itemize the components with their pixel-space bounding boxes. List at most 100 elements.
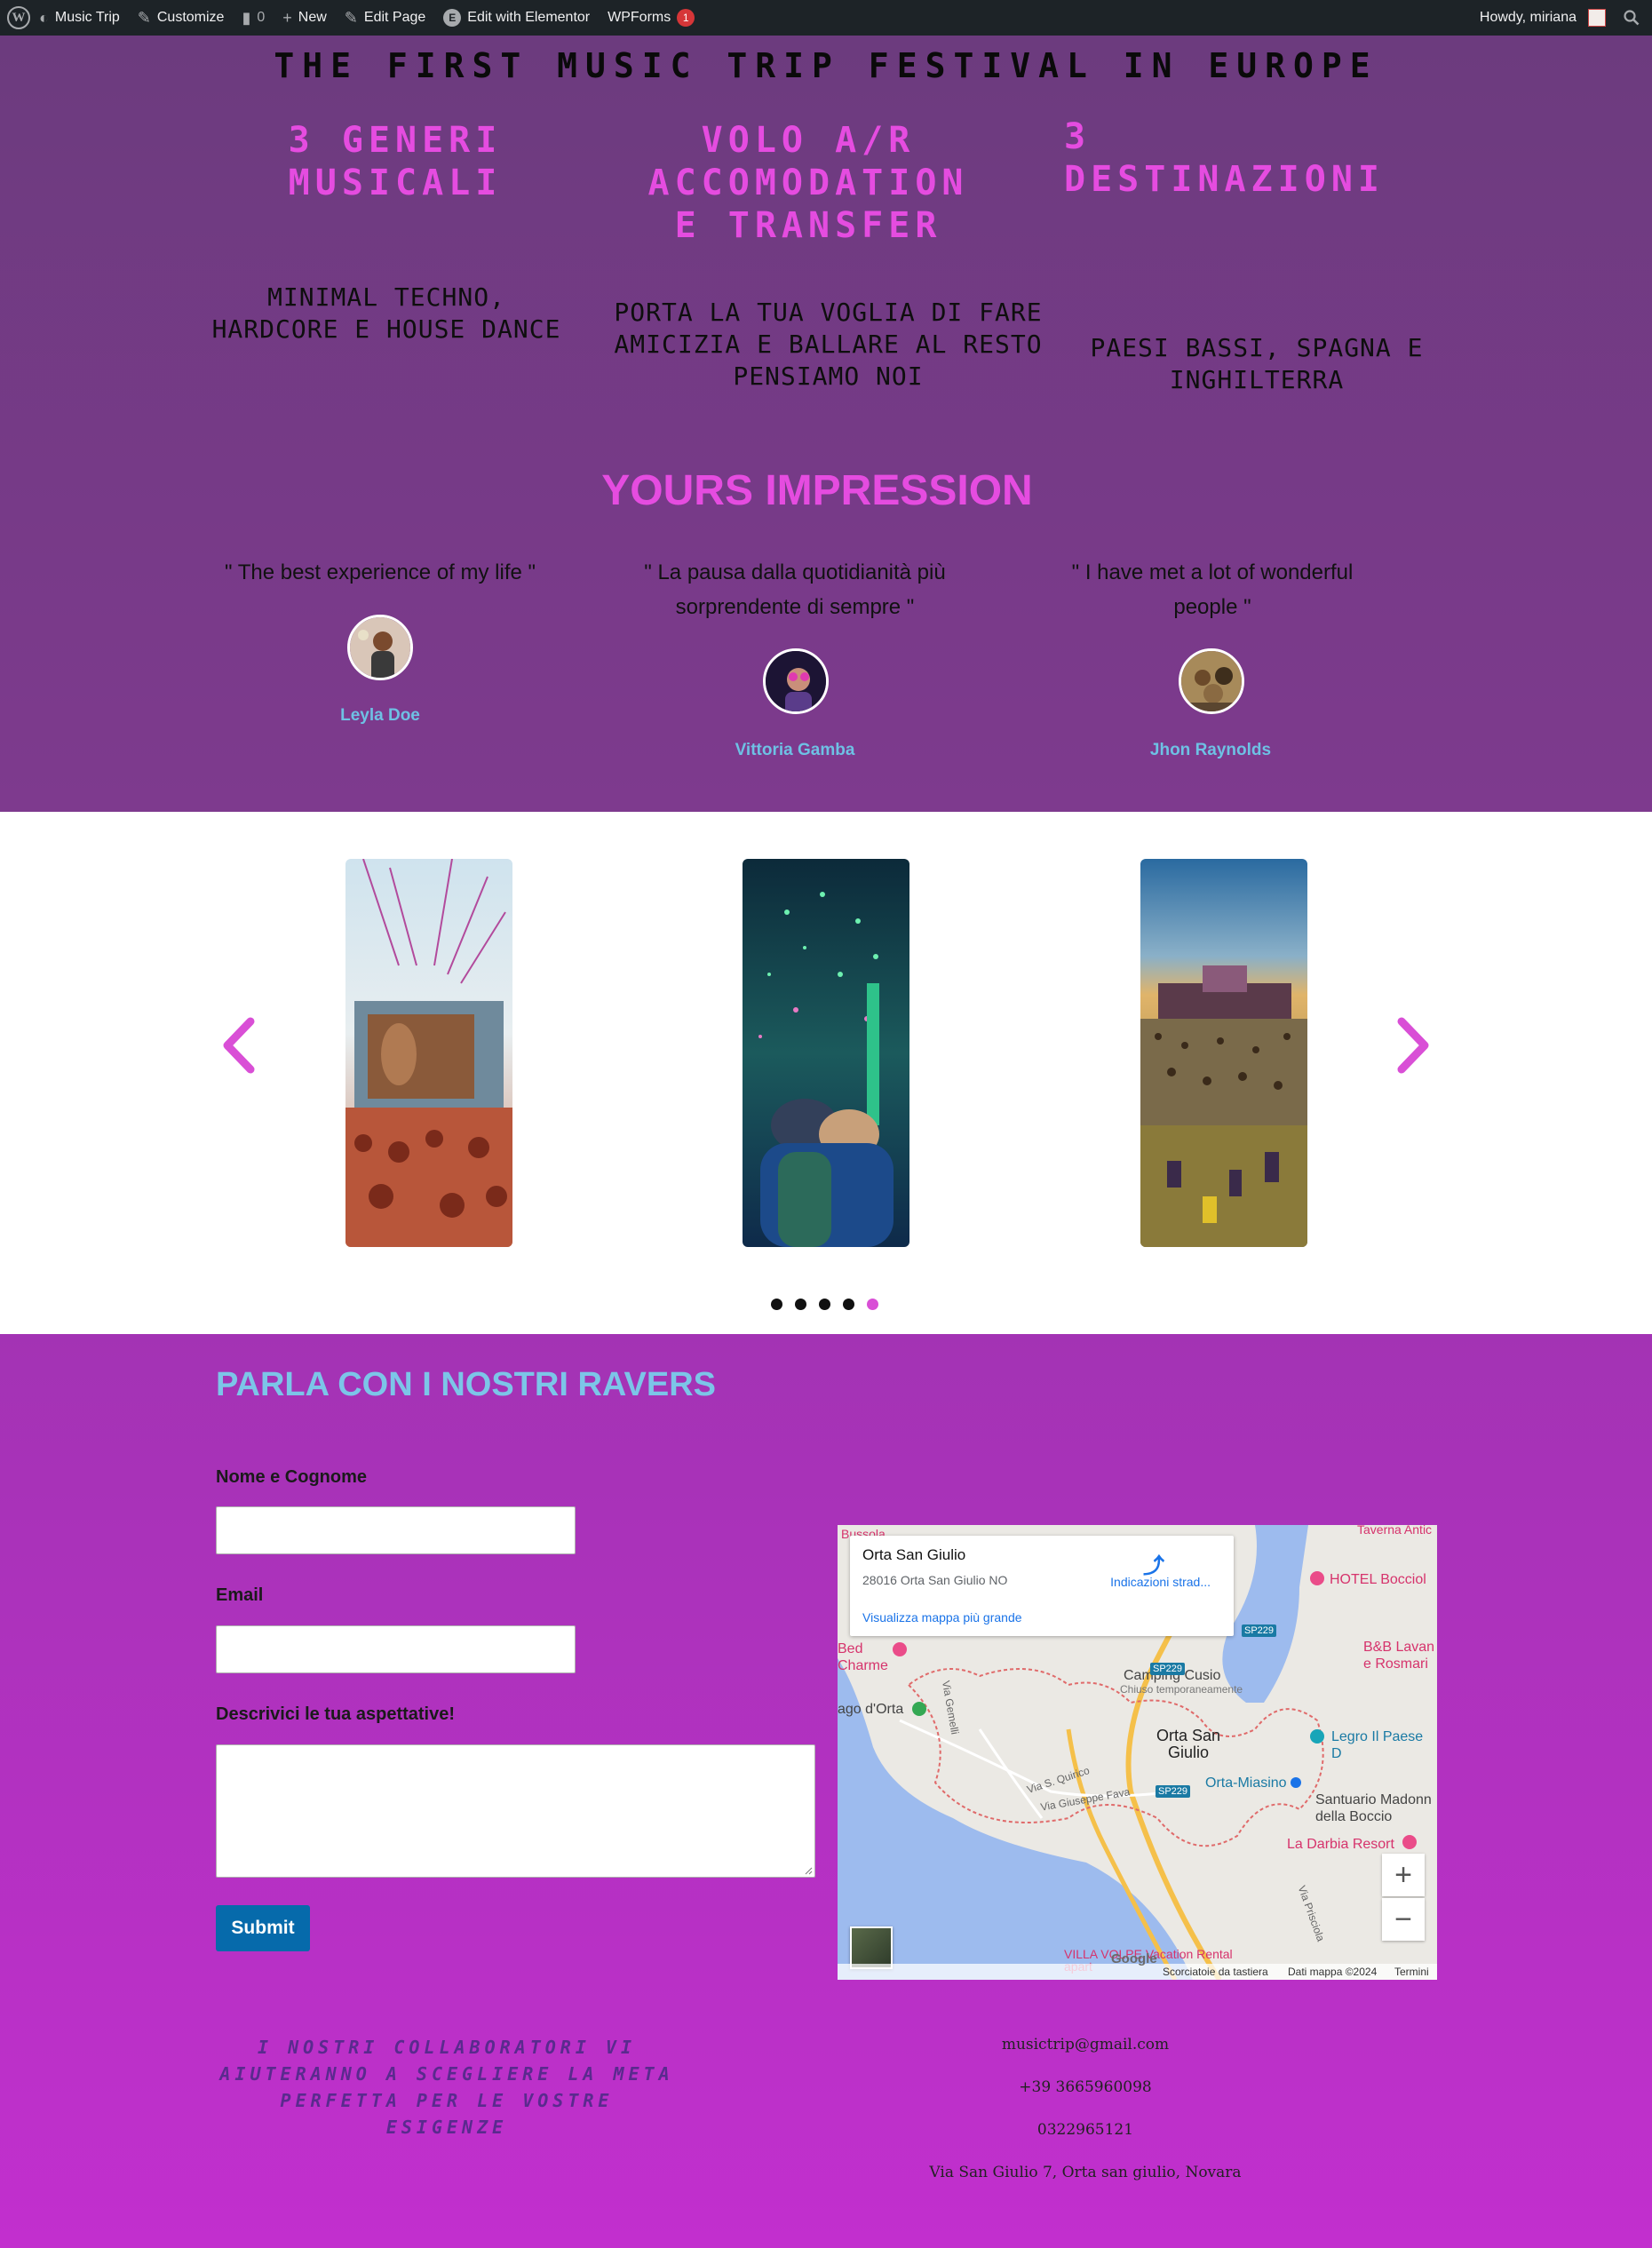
wordpress-icon[interactable]: W [7,6,30,29]
comments-menu[interactable]: ▮ 0 [233,0,274,36]
comment-icon: ▮ [242,9,251,27]
feature-text-line: AMICIZIA E BALLARE AL RESTO [614,330,1043,359]
search-icon [1624,10,1640,26]
quote-line: " I have met a lot of wonderful [1071,560,1354,584]
email-label: Email [216,1585,264,1605]
carousel-dot[interactable] [819,1299,830,1310]
feature-text-destinations: PAESI BASSI, SPAGNA E INGHILTERRA [1061,332,1452,396]
testimonial-name: Jhon Raynolds [1149,741,1272,759]
elementor-menu[interactable]: E Edit with Elementor [434,0,599,36]
avatar [1588,9,1606,27]
customize-menu[interactable]: ✎ Customize [129,0,234,36]
feature-heading-line: E TRANSFER [674,205,942,246]
keyboard-shortcuts-link[interactable]: Scorciatoie da tastiera [1163,1966,1268,1978]
carousel-prev-button[interactable] [220,1016,256,1085]
carousel-next-button[interactable] [1396,1016,1432,1085]
carousel-slide[interactable] [345,859,512,1247]
new-label: New [298,10,327,25]
google-map[interactable]: Orta San Giulio Camping Cusio Chiuso tem… [838,1525,1437,1980]
edit-page-menu[interactable]: ✎ Edit Page [336,0,434,36]
place-title: Orta San Giulio [862,1546,966,1563]
tagline-line: I NOSTRI COLLABORATORI VI [257,2037,637,2058]
map-label-bed: Bed Charme [838,1641,888,1673]
quote-line: people " [1173,595,1251,619]
feature-text-line: PENSIAMO NOI [733,361,924,391]
contact-address: Via San Giulio 7, Orta san giulio, Novar… [929,2164,1242,2181]
feature-text-line: HARDCORE E HOUSE DANCE [211,314,561,344]
map-label-hotel: HOTEL Bocciol [1330,1572,1426,1587]
feature-heading-line: MUSICALI [288,163,503,203]
hero-title: THE FIRST MUSIC TRIP FESTIVAL IN EUROPE [274,46,1378,85]
feature-text-line: PAESI BASSI, SPAGNA E [1090,333,1424,362]
testimonial-quote: " I have met a lot of wonderful people " [1030,555,1394,624]
email-field[interactable] [216,1625,576,1673]
map-label-camping-status: Chiuso temporaneamente [1120,1683,1243,1696]
customize-label: Customize [156,10,225,25]
feature-heading-line: DESTINAZIONI [1064,159,1385,200]
carousel-slide[interactable] [1140,859,1307,1247]
howdy-label: Howdy, miriana [1479,10,1577,25]
zoom-in-button[interactable]: + [1382,1854,1425,1896]
feature-text-line: MINIMAL TECHNO, [267,282,505,312]
festival-crowd-photo [1140,859,1307,1247]
larger-map-link[interactable]: Visualizza mappa più grande [862,1610,1022,1624]
map-data-label: Dati mappa ©2024 [1288,1966,1378,1978]
avatar-photo [1181,651,1242,711]
testimonial-avatar [1179,648,1244,714]
road-badge: SP229 [1242,1624,1277,1637]
impressions-title: YOURS IMPRESSION [601,467,1033,514]
message-label: Descrivici le tua aspettative! [216,1704,456,1724]
elementor-icon: E [443,9,462,27]
comments-count: 0 [257,10,266,25]
avatar-photo [350,617,410,678]
admin-search[interactable] [1615,0,1652,36]
feature-text-genres: MINIMAL TECHNO, HARDCORE E HOUSE DANCE [200,282,573,346]
contact-phone[interactable]: 0322965121 [906,2121,1265,2139]
directions-link[interactable]: Indicazioni strad... [1110,1575,1211,1589]
dashboard-icon: ◐ [39,9,49,27]
avatar-photo [766,651,826,711]
feature-text-line: INGHILTERRA [1169,365,1345,394]
wpforms-menu[interactable]: WPForms 1 [599,0,703,36]
feature-heading-destinations: 3 DESTINAZIONI [1064,115,1437,201]
wpforms-label: WPForms [608,10,671,25]
terms-link[interactable]: Termini [1394,1966,1429,1978]
satellite-toggle[interactable] [850,1926,893,1969]
carousel-slide[interactable] [743,859,909,1247]
feature-text-line: PORTA LA TUA VOGLIA DI FARE [614,298,1043,327]
testimonial-avatar [347,615,413,680]
account-menu[interactable]: Howdy, miriana [1471,0,1615,36]
resize-handle-icon[interactable] [804,1866,813,1875]
feature-heading-line: 3 [1064,116,1092,157]
map-label-orta-miasino: Orta-Miasino [1205,1775,1287,1791]
contact-email[interactable]: musictrip@gmail.com [906,2036,1265,2053]
carousel-dot[interactable] [771,1299,782,1310]
carousel-dot-active[interactable] [867,1299,878,1310]
testimonial-name: Vittoria Gamba [735,741,855,759]
contact-phone[interactable]: +39 3665960098 [906,2078,1265,2096]
zoom-out-button[interactable]: − [1382,1898,1425,1941]
map-label-town: Orta San Giulio [1156,1727,1221,1761]
name-field[interactable] [216,1506,576,1554]
carousel-dot[interactable] [795,1299,806,1310]
site-name-menu[interactable]: ◐ Music Trip [30,0,129,36]
plus-icon: + [282,9,292,27]
tagline-line: PERFETTA PER LE VOSTRE ESIGENZE [280,2090,614,2138]
image-carousel [0,812,1652,1334]
road-badge: SP229 [1150,1663,1186,1675]
quote-line: sorprendente di sempre " [675,595,915,619]
feature-heading-travel: VOLO A/R ACCOMODATION E TRANSFER [613,119,1004,247]
map-label-bb: B&B Lavan e Rosmari [1363,1640,1435,1672]
pencil-icon: ✎ [344,9,358,27]
contact-tagline: I NOSTRI COLLABORATORI VI AIUTERANNO A S… [216,2034,678,2141]
feature-heading-line: ACCOMODATION [647,163,969,203]
carousel-dot[interactable] [843,1299,854,1310]
feature-heading-genres: 3 GENERI MUSICALI [222,119,568,204]
place-address: 28016 Orta San Giulio NO [862,1573,1008,1587]
new-content-menu[interactable]: + New [274,0,336,36]
map-label-santuario: Santuario Madonn della Boccio [1315,1792,1432,1824]
message-field[interactable] [216,1744,815,1878]
map-footer: Google Scorciatoie da tastiera Dati mapp… [838,1951,1437,1980]
quote-line: " La pausa dalla quotidianità più [644,560,946,584]
submit-button[interactable]: Submit [216,1905,310,1951]
